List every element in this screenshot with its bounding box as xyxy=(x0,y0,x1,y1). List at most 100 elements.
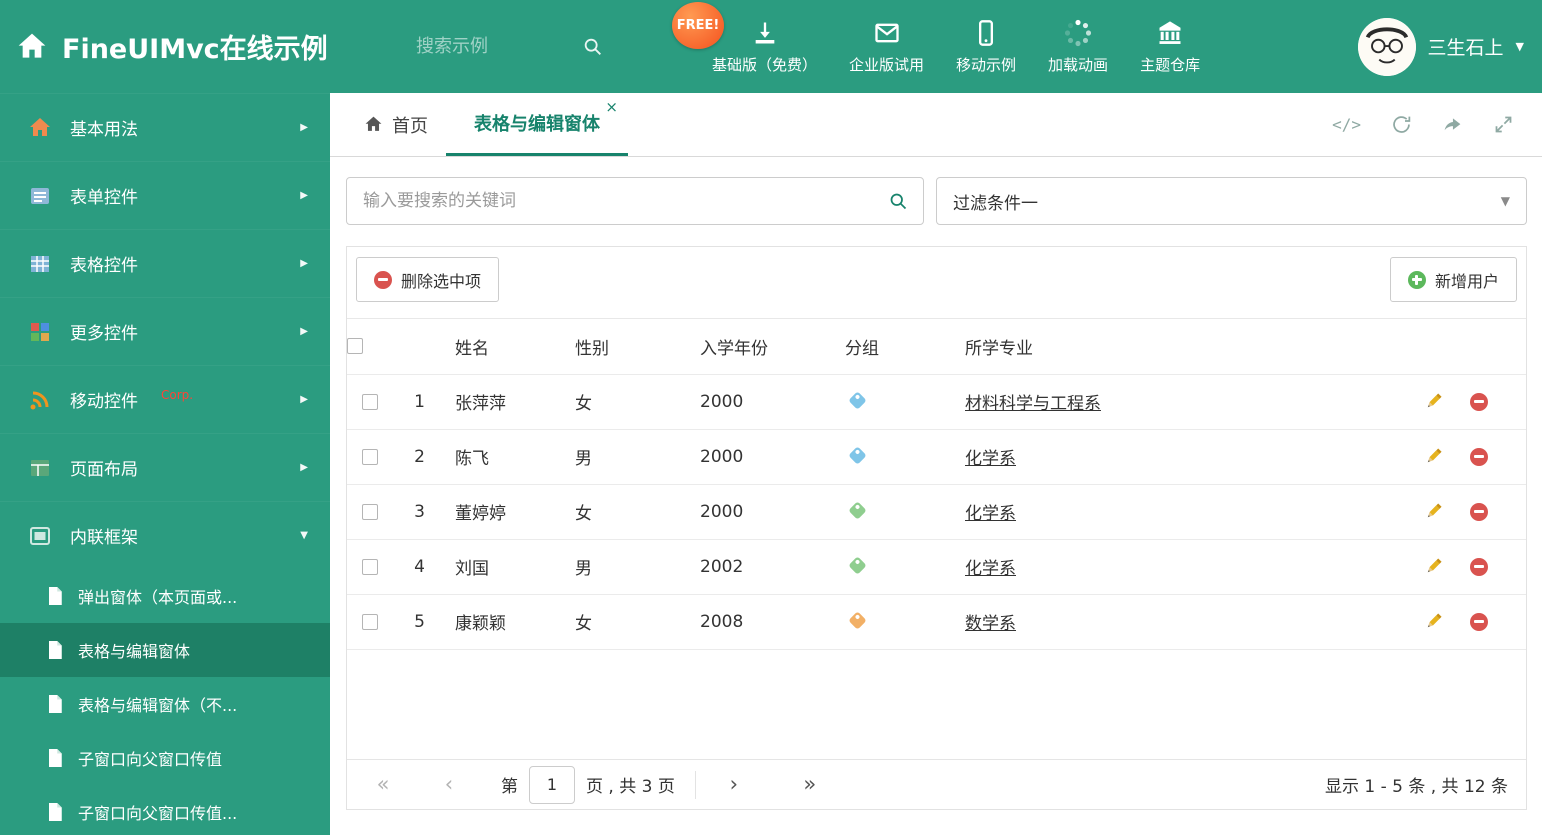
row-checkbox[interactable] xyxy=(361,393,378,410)
last-page-icon[interactable]: » xyxy=(792,774,828,795)
sidebar-subitem-grid-edit-window[interactable]: 表格与编辑窗体 xyxy=(0,623,330,677)
header-search xyxy=(414,35,626,58)
keyword-search-input[interactable] xyxy=(361,190,888,212)
main-content: 首页 表格与编辑窗体 × </> 输入要搜索的关键词 过滤条件一 ▼ 删除选中项… xyxy=(330,93,1542,835)
caret-right-icon: ▶ xyxy=(300,190,308,201)
tab-grid-edit-window[interactable]: 表格与编辑窗体 × xyxy=(446,93,628,156)
home-icon xyxy=(365,116,382,131)
first-page-icon[interactable]: « xyxy=(365,774,401,795)
nav-enterprise-trial[interactable]: 企业版试用 xyxy=(833,0,940,93)
sidebar-item-more-controls[interactable]: 更多控件 ▶ xyxy=(0,297,330,365)
nav-mobile-demo[interactable]: 移动示例 xyxy=(940,0,1032,93)
sidebar-item-grid-controls[interactable]: 表格控件 ▶ xyxy=(0,229,330,297)
sidebar-subitem-label: 子窗口向父窗口传值... xyxy=(78,804,238,823)
nav-label: 基础版（免费） xyxy=(712,55,818,74)
row-index: 3 xyxy=(392,484,447,540)
edit-icon[interactable] xyxy=(1424,557,1443,576)
tag-icon xyxy=(848,610,867,630)
major-link[interactable]: 材料科学与工程系 xyxy=(965,394,1101,414)
select-all-checkbox[interactable] xyxy=(347,338,363,355)
caret-right-icon: ▶ xyxy=(300,122,308,133)
users-table: 姓名 性别 入学年份 分组 所学专业 1 张萍萍 女 2000 材料科学与工程系 xyxy=(347,319,1526,650)
page-number-input[interactable] xyxy=(529,765,575,804)
nav-basic-free[interactable]: FREE! 基础版（免费） xyxy=(672,0,833,93)
filter-select-value: 过滤条件一 xyxy=(953,193,1038,214)
nav-loading-animation[interactable]: 加载动画 xyxy=(1032,0,1124,93)
sidebar-item-page-layout[interactable]: 页面布局 ▶ xyxy=(0,433,330,501)
column-header-year: 入学年份 xyxy=(692,319,837,375)
search-icon[interactable] xyxy=(582,36,604,58)
delete-row-icon[interactable] xyxy=(1470,502,1488,521)
major-link[interactable]: 化学系 xyxy=(965,449,1016,469)
header-search-input[interactable] xyxy=(414,35,572,58)
nav-theme-store[interactable]: 主题仓库 xyxy=(1124,0,1216,93)
source-code-icon[interactable]: </> xyxy=(1332,115,1361,134)
edit-icon[interactable] xyxy=(1424,502,1443,521)
tag-icon xyxy=(848,445,867,465)
sidebar-item-label: 基本用法 xyxy=(70,120,138,140)
search-icon[interactable] xyxy=(888,191,909,212)
delete-row-icon[interactable] xyxy=(1470,557,1488,576)
major-link[interactable]: 化学系 xyxy=(965,559,1016,579)
brand[interactable]: FineUIMvc在线示例 xyxy=(0,27,386,66)
avatar xyxy=(1357,17,1416,76)
sidebar-subitem-child-to-parent[interactable]: 子窗口向父窗口传值 xyxy=(0,731,330,785)
refresh-icon[interactable] xyxy=(1391,114,1412,135)
tab-home[interactable]: 首页 xyxy=(346,93,446,156)
prev-page-icon[interactable]: ‹ xyxy=(431,774,467,795)
add-user-button[interactable]: 新增用户 xyxy=(1389,257,1517,302)
delete-selected-button[interactable]: 删除选中项 xyxy=(356,257,500,302)
table-row: 4 刘国 男 2002 化学系 xyxy=(347,539,1526,595)
sidebar-subitem-popup-window[interactable]: 弹出窗体（本页面或... xyxy=(0,569,330,623)
keyword-search xyxy=(346,177,924,225)
nav-label: 加载动画 xyxy=(1048,55,1109,74)
corp-badge: Corp. xyxy=(161,387,194,402)
download-icon xyxy=(755,22,774,43)
top-nav: FREE! 基础版（免费） 企业版试用 移动示例 加载动画 主题仓库 xyxy=(672,0,1216,93)
sidebar-item-label: 移动控件 xyxy=(70,392,138,412)
sidebar-item-basic-usage[interactable]: 基本用法 ▶ xyxy=(0,93,330,161)
major-link[interactable]: 数学系 xyxy=(965,614,1016,634)
caret-down-icon: ▼ xyxy=(1515,40,1524,53)
caret-right-icon: ▶ xyxy=(300,326,308,337)
row-checkbox[interactable] xyxy=(361,503,378,520)
frame-icon xyxy=(28,524,52,548)
filter-row: 过滤条件一 ▼ xyxy=(330,157,1542,225)
column-header-major: 所学专业 xyxy=(957,319,1414,375)
spinner-icon xyxy=(1064,19,1092,46)
sidebar-item-label: 页面布局 xyxy=(70,460,138,480)
file-icon xyxy=(46,586,64,606)
sidebar-subitem-child-to-parent-2[interactable]: 子窗口向父窗口传值... xyxy=(0,785,330,835)
sidebar-item-label: 表单控件 xyxy=(70,188,138,208)
user-menu[interactable]: 三生石上 ▼ xyxy=(1357,17,1542,76)
user-name: 三生石上 xyxy=(1427,37,1504,59)
tag-icon xyxy=(848,500,867,520)
close-icon[interactable]: × xyxy=(605,98,618,116)
edit-icon[interactable] xyxy=(1424,447,1443,466)
edit-icon[interactable] xyxy=(1424,612,1443,631)
row-checkbox[interactable] xyxy=(361,448,378,465)
edit-icon[interactable] xyxy=(1424,392,1443,411)
cell-year: 2008 xyxy=(692,594,837,650)
nav-label: 主题仓库 xyxy=(1140,55,1201,74)
nav-label: 企业版试用 xyxy=(849,55,925,74)
row-checkbox[interactable] xyxy=(361,613,378,630)
delete-row-icon[interactable] xyxy=(1470,392,1488,411)
tab-bar: 首页 表格与编辑窗体 × </> xyxy=(330,93,1542,157)
next-page-icon[interactable]: › xyxy=(716,774,752,795)
share-icon[interactable] xyxy=(1442,114,1463,135)
sidebar-subitem-grid-edit-window-2[interactable]: 表格与编辑窗体（不... xyxy=(0,677,330,731)
sidebar-item-form-controls[interactable]: 表单控件 ▶ xyxy=(0,161,330,229)
sidebar-item-inline-frame[interactable]: 内联框架 ▼ xyxy=(0,501,330,569)
row-checkbox[interactable] xyxy=(361,558,378,575)
delete-row-icon[interactable] xyxy=(1470,612,1488,631)
delete-row-icon[interactable] xyxy=(1470,447,1488,466)
widgets-icon xyxy=(28,320,52,344)
expand-icon[interactable] xyxy=(1493,114,1514,135)
envelope-icon xyxy=(874,23,899,42)
sidebar-item-mobile-controls[interactable]: 移动控件 Corp. ▶ xyxy=(0,365,330,433)
table-row: 1 张萍萍 女 2000 材料科学与工程系 xyxy=(347,374,1526,430)
filter-select[interactable]: 过滤条件一 ▼ xyxy=(936,177,1527,225)
major-link[interactable]: 化学系 xyxy=(965,504,1016,524)
cell-gender: 女 xyxy=(567,484,692,540)
